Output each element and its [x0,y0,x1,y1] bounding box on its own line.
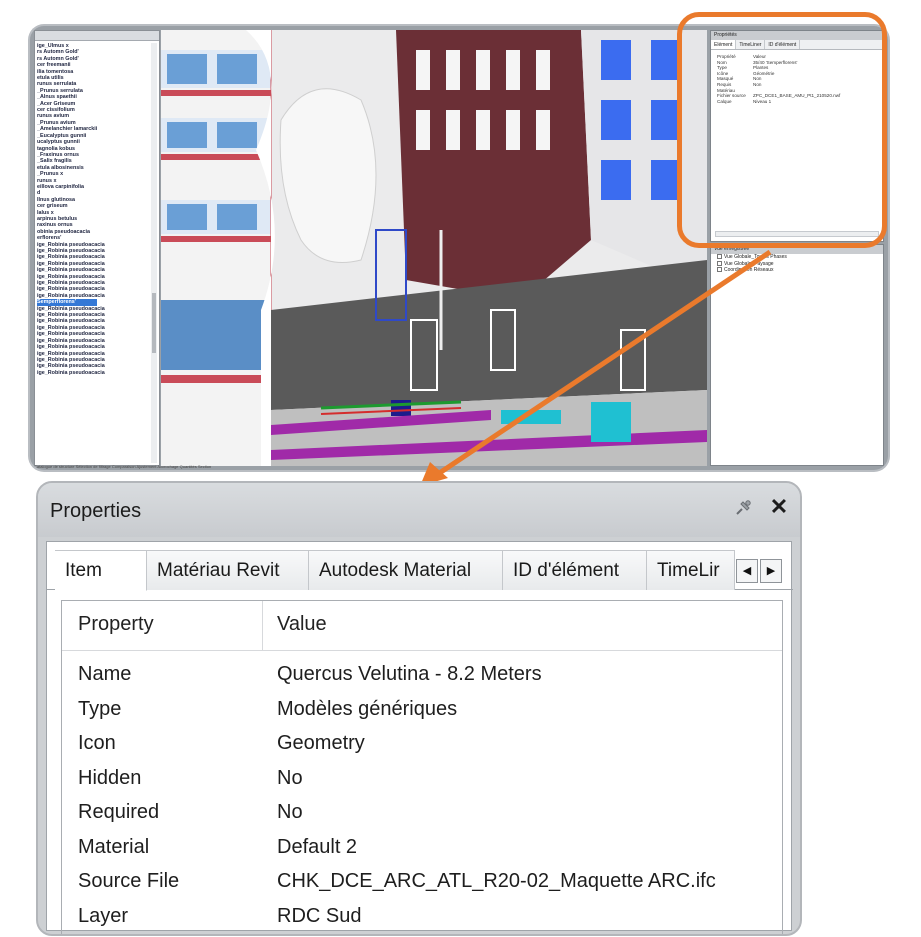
saved-viewpoints-list[interactable]: Vue Globale_Toutes Phases Vue Globale_Pay… [711,254,883,274]
tab-scroll-left-icon[interactable]: ◀ [736,559,758,583]
selection-tree-scrollbar[interactable] [151,43,157,463]
property-key: Name [78,663,132,685]
property-value[interactable]: No [277,801,303,824]
property-row[interactable]: Hidden No [62,763,782,797]
selection-tree-header [35,31,159,41]
property-value[interactable]: No [277,767,303,790]
property-row[interactable]: Type Modèles génériques [62,694,782,728]
header-value: Value [277,613,327,635]
property-value[interactable]: Modèles génériques [277,698,457,721]
saved-viewpoint-label: Vue Globale_Toutes Phases [724,254,787,260]
bottom-tabs-strip[interactable]: Catalogue de structure Sélection de filt… [34,464,704,470]
property-key: Layer [78,904,129,927]
property-row[interactable]: Source File CHK_DCE_ARC_ATL_R20-02_Maquet… [62,866,782,900]
property-value[interactable]: Quercus Velutina - 8.2 Meters [277,663,542,686]
selection-tree-list[interactable]: ige_Ulmus x rs Automn Gold' rs Automn Gold… [35,41,159,376]
property-row[interactable]: Name Quercus Velutina - 8.2 Meters [62,659,782,693]
saved-viewpoint-label: Coordination Réseaux [724,267,774,273]
properties-panel[interactable]: Properties ✕ Item Matériau Revit Autodes… [36,481,802,936]
saved-viewpoints-panel[interactable]: Vue enregistrée Vue Globale_Toutes Phase… [710,244,884,466]
saved-viewpoint-label: Vue Globale_Paysage [724,260,774,267]
property-key: Material [78,835,150,858]
tab-id-element[interactable]: ID d'élément [503,550,647,590]
header-property: Property [78,613,154,635]
scrollbar-thumb[interactable] [152,293,156,353]
tab-timeliner[interactable]: TimeLir [647,550,735,590]
tree-item[interactable]: ige_Robinia pseudoacacia [37,370,147,376]
property-value[interactable]: Default 2 [277,836,357,859]
viewpoint-icon [717,254,722,260]
property-value[interactable]: CHK_DCE_ARC_ATL_R20-02_Maquette ARC.ifc [277,870,716,893]
viewpoint-icon [717,260,722,266]
properties-titlebar[interactable]: Properties ✕ [38,483,800,537]
property-row[interactable]: Icon Geometry [62,728,782,762]
tab-autodesk-material[interactable]: Autodesk Material [309,550,503,590]
saved-viewpoint-item[interactable]: Coordination Réseaux [711,267,883,274]
property-value[interactable]: Geometry [277,732,365,755]
3d-viewport[interactable] [161,30,707,466]
properties-title: Properties [50,500,142,522]
property-key: Icon [78,732,116,754]
viewpoint-icon [717,267,722,273]
property-key: Source File [78,870,180,892]
property-value[interactable]: RDC Sud [277,905,361,928]
grid-header: Property Value [62,601,782,651]
tab-item[interactable]: Item [55,550,147,591]
header-divider[interactable] [262,601,263,651]
tab-materiau-revit[interactable]: Matériau Revit [147,550,309,590]
orange-highlight-box [677,12,887,248]
properties-grid: Property Value Name Quercus Velutina - 8.… [61,600,783,935]
property-key: Type [78,697,122,720]
property-row[interactable]: Material Default 2 [62,832,782,866]
close-icon[interactable]: ✕ [768,495,790,519]
properties-body: Item Matériau Revit Autodesk Material ID… [46,541,793,934]
pin-icon[interactable] [732,497,754,519]
selection-tree-panel[interactable]: ige_Ulmus x rs Automn Gold' rs Automn Gold… [34,30,160,466]
property-key: Hidden [78,766,142,789]
properties-tabs[interactable]: Item Matériau Revit Autodesk Material ID… [47,550,793,591]
property-row[interactable]: Required No [62,797,782,831]
tab-scroll-right-icon[interactable]: ▶ [760,559,782,583]
3d-scene-render [161,30,707,466]
property-row[interactable]: Layer RDC Sud [62,901,782,935]
property-key: Required [78,801,160,823]
